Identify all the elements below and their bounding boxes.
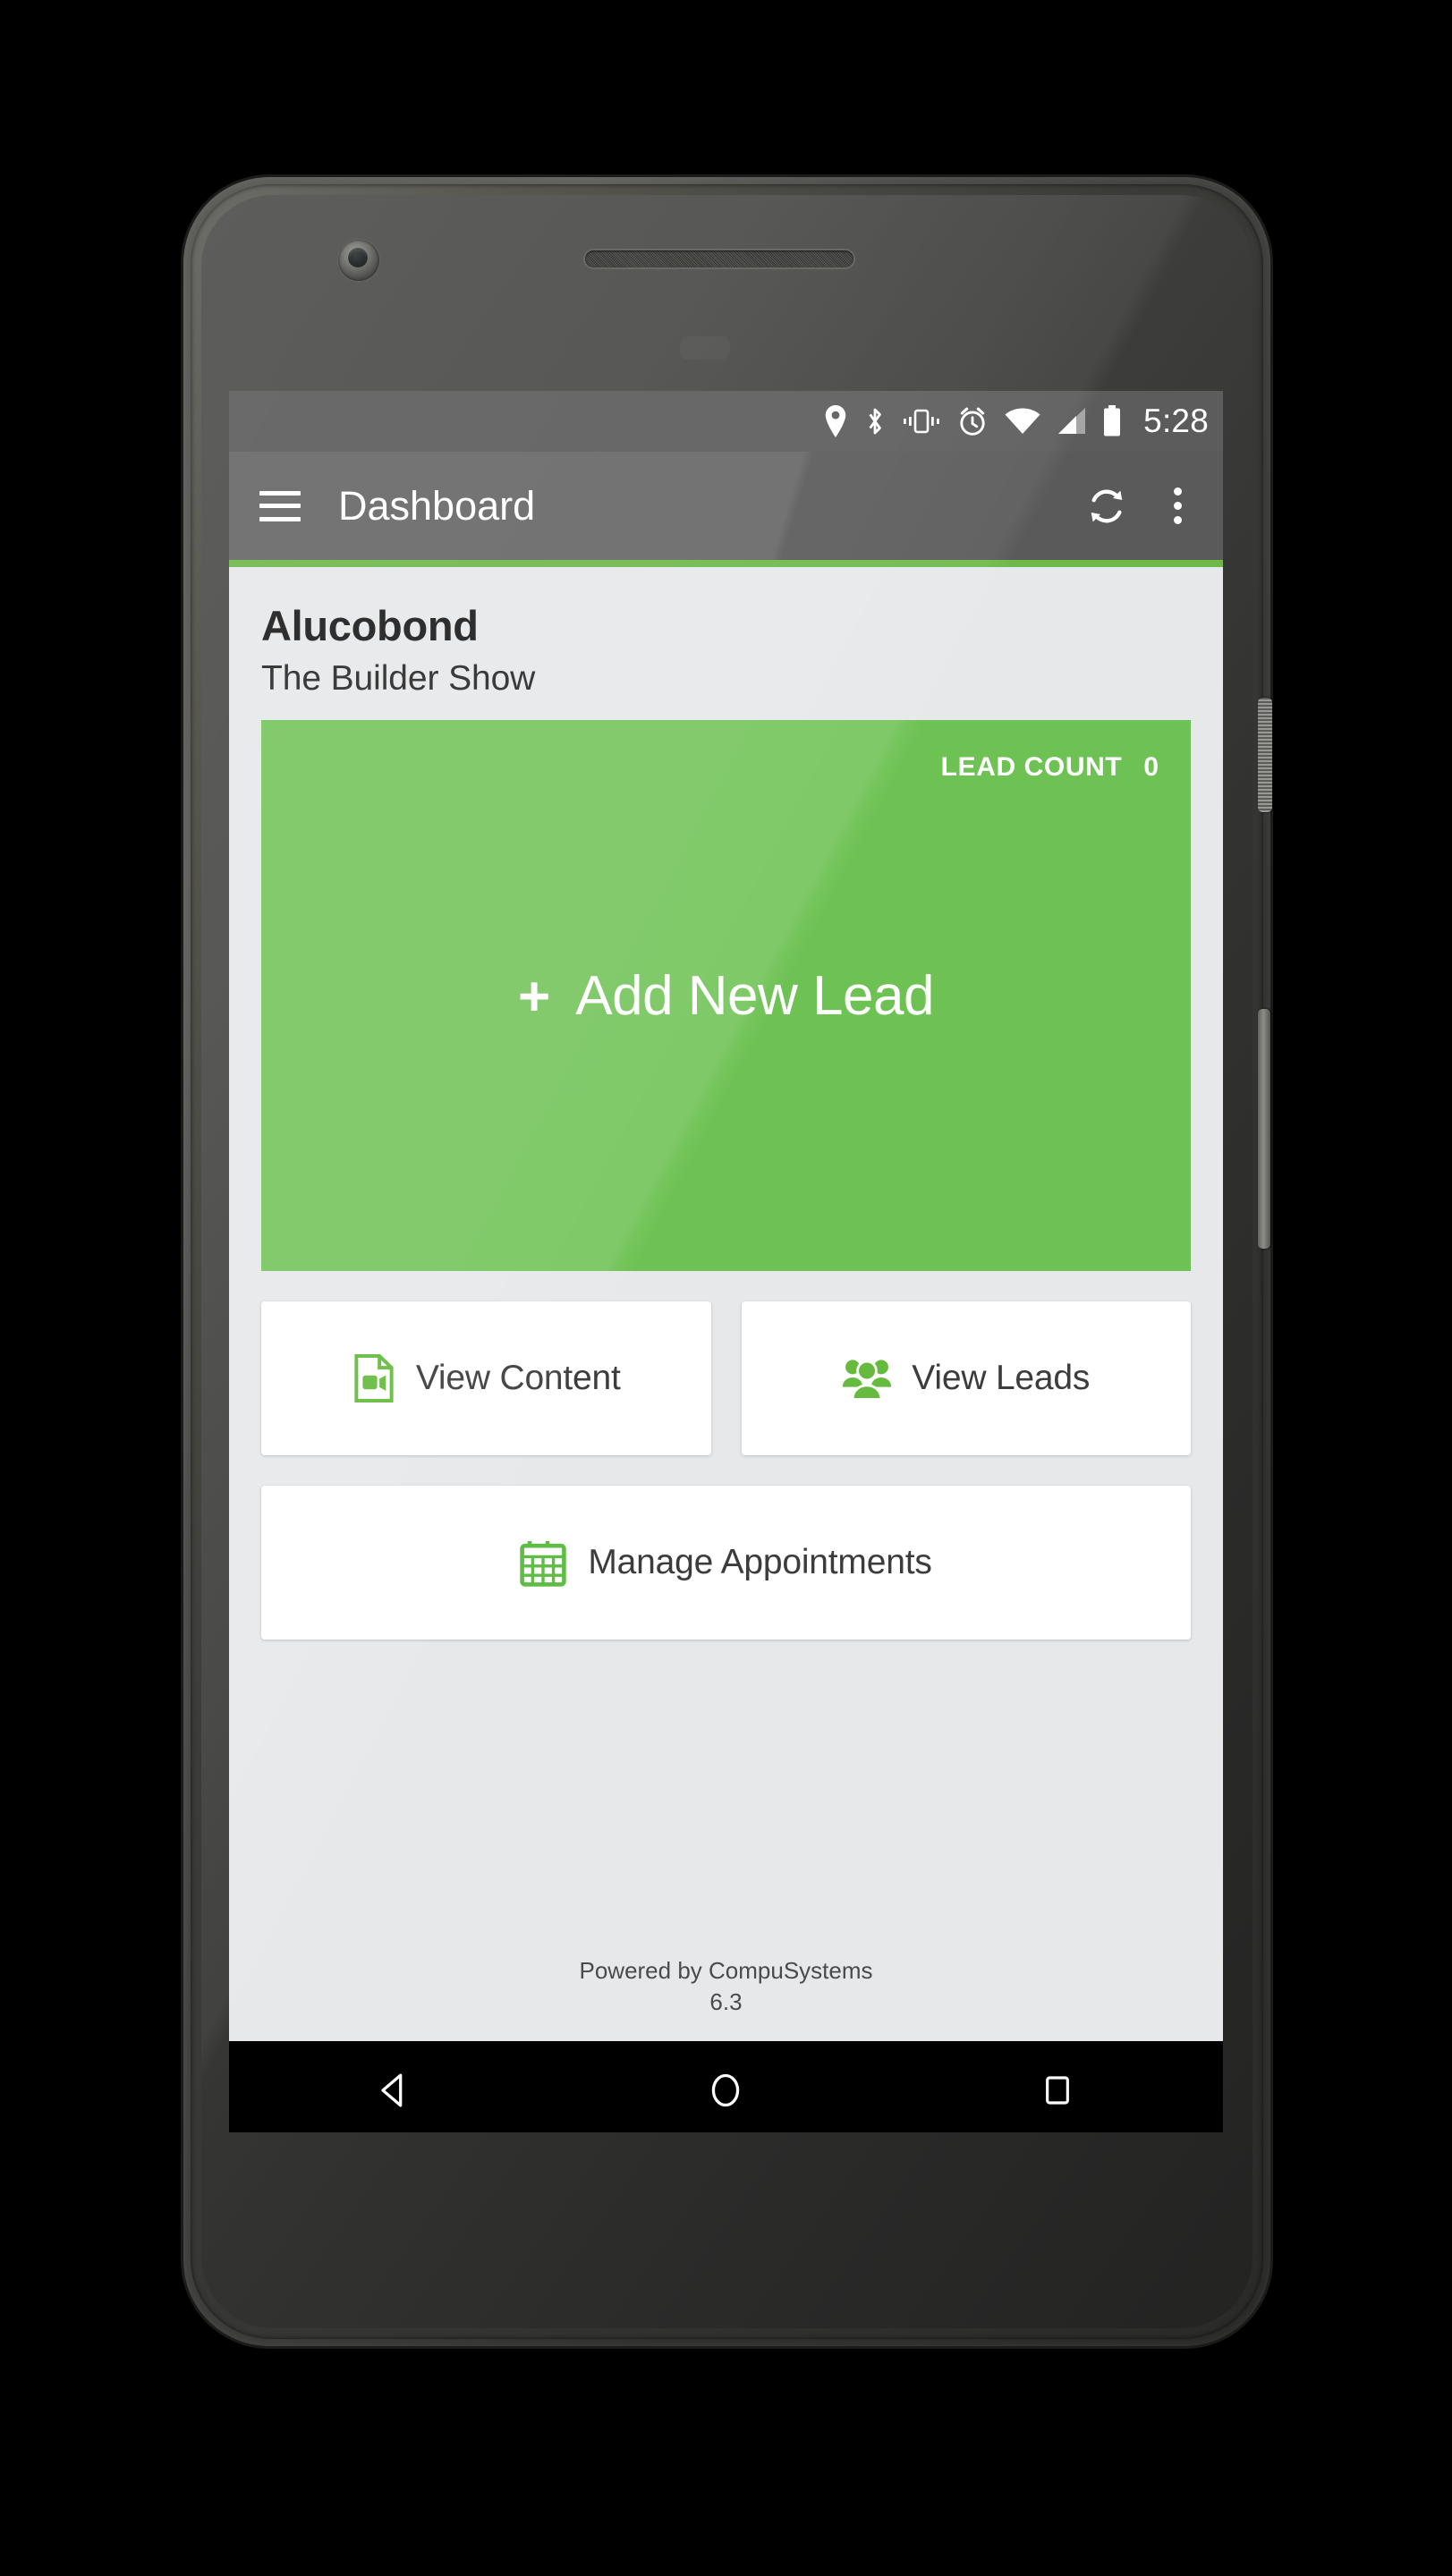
volume-rocker-button[interactable] bbox=[1258, 1009, 1270, 1249]
quick-action-row: View Content View Leads bbox=[261, 1301, 1191, 1455]
people-group-icon bbox=[843, 1360, 892, 1401]
manage-appointments-label: Manage Appointments bbox=[588, 1543, 932, 1581]
status-bar: 5:28 bbox=[229, 391, 1223, 452]
calendar-icon bbox=[520, 1541, 567, 1587]
alarm-icon bbox=[960, 407, 985, 436]
add-new-lead-card[interactable]: LEAD COUNT 0 + Add New Lead bbox=[261, 720, 1191, 1271]
wifi-icon bbox=[1005, 408, 1040, 434]
phone-screen: 5:28 Dashboard Alucobond The Builder Sho… bbox=[229, 391, 1223, 2132]
location-icon bbox=[825, 405, 846, 437]
battery-icon bbox=[1104, 405, 1121, 436]
page-title: Dashboard bbox=[338, 482, 536, 529]
add-new-lead-action[interactable]: + Add New Lead bbox=[261, 720, 1191, 1271]
plus-icon: + bbox=[518, 966, 551, 1028]
footer: Powered by CompuSystems 6.3 bbox=[229, 1955, 1223, 2018]
manage-appointments-button[interactable]: Manage Appointments bbox=[261, 1486, 1191, 1640]
status-bar-icons bbox=[823, 405, 1122, 437]
vibrate-icon bbox=[904, 409, 939, 434]
refresh-sync-icon[interactable] bbox=[1079, 479, 1134, 534]
add-new-lead-label: Add New Lead bbox=[575, 964, 934, 1027]
home-nav-icon[interactable] bbox=[672, 2041, 779, 2132]
powered-by-text: Powered by CompuSystems bbox=[579, 1956, 873, 1984]
recents-nav-icon[interactable] bbox=[1004, 2041, 1111, 2132]
back-nav-icon[interactable] bbox=[341, 2041, 448, 2132]
app-version-text: 6.3 bbox=[709, 1987, 743, 2015]
hamburger-menu-icon[interactable] bbox=[259, 490, 301, 521]
screenshot-stage: 5:28 Dashboard Alucobond The Builder Sho… bbox=[0, 0, 1452, 2576]
proximity-sensor bbox=[680, 336, 730, 360]
company-name: Alucobond bbox=[261, 602, 479, 649]
document-video-icon bbox=[354, 1354, 394, 1402]
app-bar: Dashboard bbox=[229, 452, 1223, 560]
view-content-label: View Content bbox=[415, 1359, 621, 1397]
view-leads-label: View Leads bbox=[912, 1359, 1091, 1397]
cellular-signal-icon bbox=[1058, 408, 1086, 434]
front-camera-icon bbox=[338, 240, 379, 281]
view-leads-button[interactable]: View Leads bbox=[741, 1301, 1191, 1455]
event-name: The Builder Show bbox=[261, 659, 536, 698]
earpiece-speaker-grille bbox=[585, 250, 853, 267]
status-bar-clock: 5:28 bbox=[1143, 402, 1209, 439]
overflow-menu-icon[interactable] bbox=[1156, 487, 1200, 524]
accent-divider bbox=[229, 560, 1223, 567]
view-content-button[interactable]: View Content bbox=[261, 1301, 711, 1455]
android-nav-bar bbox=[229, 2041, 1223, 2132]
app-bar-actions bbox=[1079, 479, 1200, 534]
power-button[interactable] bbox=[1258, 698, 1272, 812]
bluetooth-icon bbox=[869, 408, 881, 435]
dashboard-content: Alucobond The Builder Show LEAD COUNT 0 … bbox=[229, 567, 1223, 2041]
